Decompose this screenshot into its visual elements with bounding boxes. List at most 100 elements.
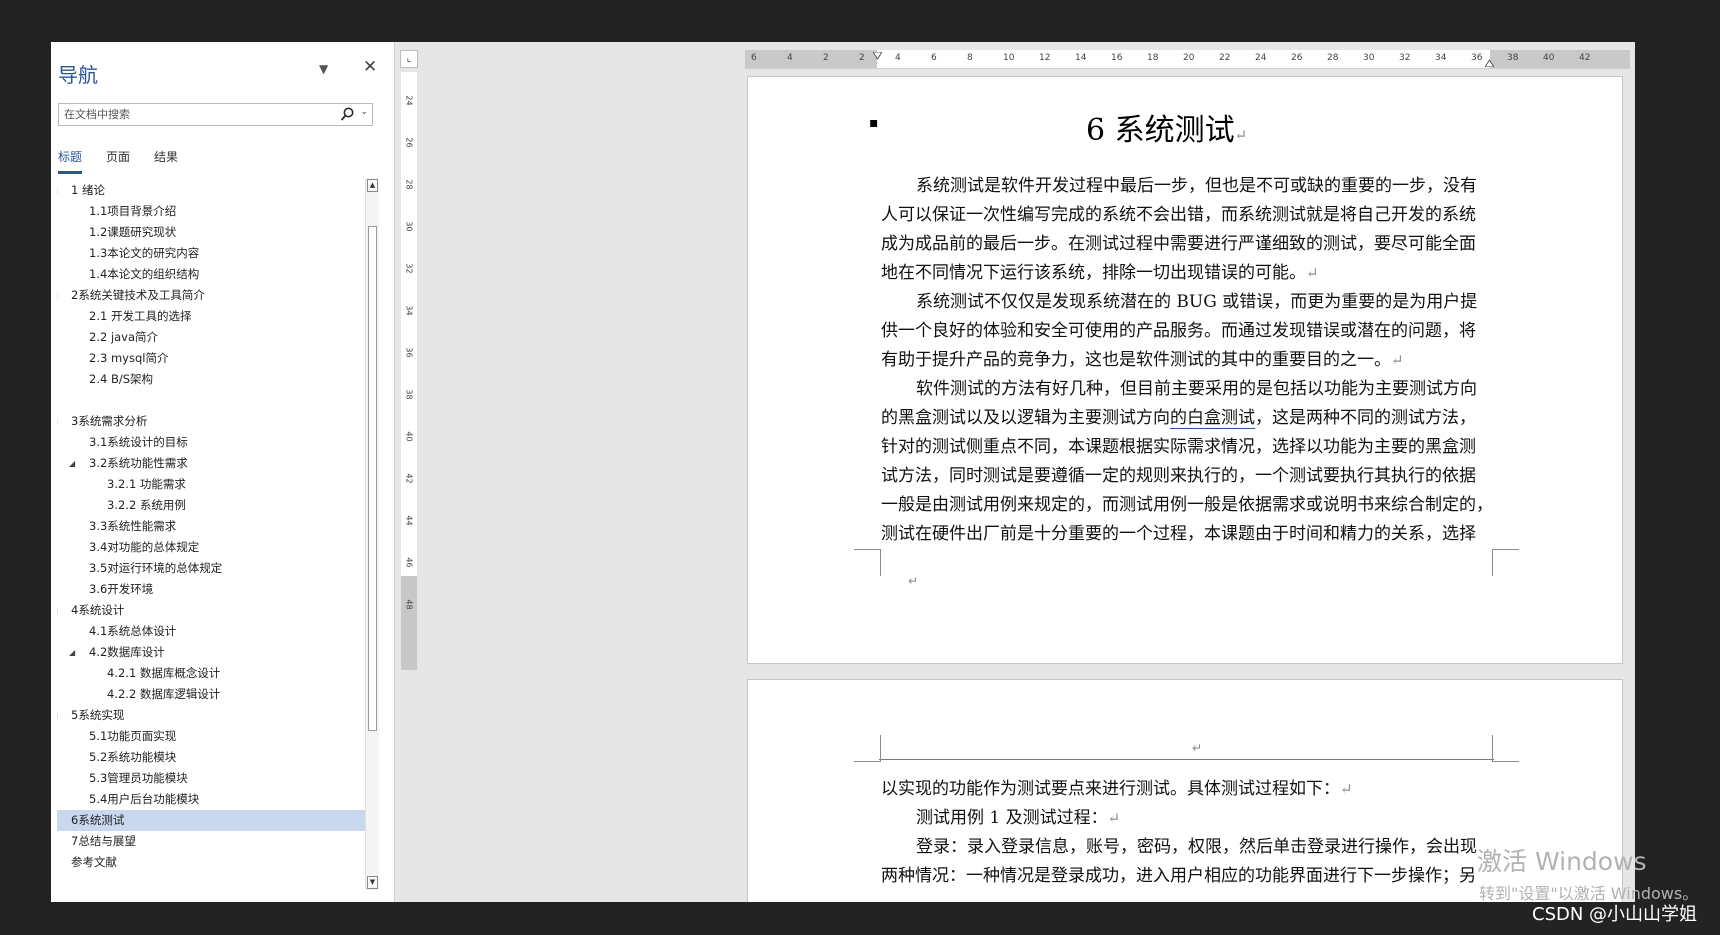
nav-heading-item[interactable]: 2.4 B/S架构 [57, 369, 370, 390]
nav-heading-label: 4系统设计 [71, 603, 125, 617]
paragraph-line[interactable]: 一般是由测试用例来规定的，而测试用例一般是依据需求或说明书来综合制定的， [881, 490, 1493, 515]
nav-heading-item[interactable]: 7总结与展望 [57, 831, 370, 852]
nav-heading-item[interactable]: 3.5对运行环境的总体规定 [57, 558, 370, 579]
nav-heading-item[interactable]: ◢5系统实现 [57, 705, 370, 726]
nav-heading-item[interactable]: ◢4系统设计 [57, 600, 370, 621]
nav-heading-item[interactable]: 参考文献 [57, 852, 370, 873]
paragraph-mark-icon: ↵ [1107, 809, 1121, 827]
nav-heading-label: 参考文献 [71, 855, 117, 869]
pane-close-icon[interactable]: ✕ [363, 57, 377, 77]
paragraph-line[interactable]: 软件测试的方法有好几种，但目前主要采用的是包括以功能为主要测试方向 [916, 374, 1477, 399]
nav-heading-item[interactable]: 5.1功能页面实现 [57, 726, 370, 747]
vertical-ruler-tick: 28 [404, 179, 414, 190]
nav-heading-item[interactable]: 6系统测试 [57, 810, 370, 831]
nav-heading-item[interactable]: 4.2.2 数据库逻辑设计 [57, 684, 370, 705]
nav-heading-label: 4.2.2 数据库逻辑设计 [107, 687, 221, 701]
vertical-ruler-tick: 36 [404, 347, 414, 358]
nav-heading-item[interactable]: ◢1 绪论 [57, 180, 370, 201]
nav-heading-item[interactable]: 3.3系统性能需求 [57, 516, 370, 537]
document-page-1[interactable]: ▪ 6 系统测试↵ 系统测试是软件开发过程中最后一步，但也是不可或缺的重要的一步… [747, 76, 1623, 664]
first-line-indent-marker-icon[interactable] [873, 52, 882, 60]
paragraph-line[interactable]: 供一个良好的体验和安全可使用的产品服务。而通过发现错误或潜在的问题，将 [881, 316, 1476, 341]
paragraph-mark-icon: ↵ [1391, 351, 1404, 369]
line-text: 测试用例 1 及测试过程： [916, 808, 1108, 828]
search-icon[interactable] [340, 107, 354, 122]
nav-heading-label: 7总结与展望 [71, 834, 136, 848]
nav-heading-item[interactable]: 1.4本论文的组织结构 [57, 264, 370, 285]
paragraph-line[interactable]: 有助于提升产品的竞争力，这也是软件测试的其中的重要目的之一。↵ [881, 345, 1404, 370]
nav-heading-item[interactable]: 3.2.2 系统用例 [57, 495, 370, 516]
paragraph-line[interactable]: 针对的测试侧重点不同，本课题根据实际需求情况，选择以功能为主要的黑盒测 [881, 432, 1476, 457]
nav-heading-item[interactable]: 1.2课题研究现状 [57, 222, 370, 243]
source-badge: CSDN @小山山学姐 [1532, 904, 1698, 925]
nav-heading-item[interactable]: 4.1系统总体设计 [57, 621, 370, 642]
nav-heading-item[interactable]: ◢ 4.2数据库设计 [57, 642, 370, 663]
paragraph-line[interactable]: 系统测试是软件开发过程中最后一步，但也是不可或缺的重要的一步，没有 [916, 171, 1477, 196]
horizontal-ruler-tick: 28 [1327, 53, 1339, 63]
horizontal-ruler-tick: 16 [1111, 53, 1123, 63]
horizontal-ruler-tick: 2 [823, 53, 829, 63]
paragraph-line[interactable]: 系统测试不仅仅是发现系统潜在的 BUG 或错误，而更为重要的是为用户提 [916, 287, 1477, 312]
spellcheck-underlined-text[interactable]: 的白盒测试 [1170, 408, 1255, 429]
nav-heading-label: 5.2系统功能模块 [89, 750, 177, 764]
line-text: 测试在硬件出厂前是十分重要的一个过程，本课题由于时间和精力的关系，选择 [881, 524, 1476, 544]
nav-heading-item[interactable]: ◢2系统关键技术及工具简介 [57, 285, 370, 306]
paragraph-line[interactable]: 测试在硬件出厂前是十分重要的一个过程，本课题由于时间和精力的关系，选择 [881, 519, 1476, 544]
tab-selector-icon[interactable]: ⌞ [400, 50, 418, 68]
nav-heading-item[interactable]: ◢ 3.2系统功能性需求 [57, 453, 370, 474]
search-options-chevron-down-icon[interactable]: ⌄ [360, 107, 368, 117]
paragraph-line[interactable]: 测试用例 1 及测试过程：↵ [916, 803, 1120, 828]
right-indent-marker-icon[interactable] [1485, 59, 1494, 67]
paragraph-line[interactable]: 人可以保证一次性编写完成的系统不会出错，而系统测试就是将自己开发的系统 [881, 200, 1476, 225]
search-box: ⌄ [58, 103, 373, 126]
nav-heading-label: 2.1 开发工具的选择 [89, 309, 192, 323]
nav-heading-item[interactable]: 2.3 mysql简介 [57, 348, 370, 369]
nav-heading-label: 4.2数据库设计 [89, 645, 165, 659]
nav-heading-item[interactable]: 3.2.1 功能需求 [57, 474, 370, 495]
pane-options-chevron-down-icon[interactable]: ▼ [319, 62, 328, 76]
nav-heading-item[interactable]: 4.2.1 数据库概念设计 [57, 663, 370, 684]
navigation-pane: 导航 ▼ ✕ ⌄ 标题页面结果 ◢1 绪论1.1项目背景介绍1.2课题研究现状1… [51, 42, 395, 902]
line-text-tail: ，这是两种不同的测试方法， [1255, 408, 1476, 428]
nav-heading-item[interactable]: ◢3系统需求分析 [57, 411, 370, 432]
tab-results[interactable]: 结果 [154, 148, 178, 171]
nav-heading-item[interactable]: 5.4用户后台功能模块 [57, 789, 370, 810]
scrollbar-thumb[interactable] [368, 226, 377, 731]
paragraph-line[interactable]: 以实现的功能作为测试要点来进行测试。具体测试过程如下：↵ [881, 774, 1353, 799]
section-heading[interactable]: 6 系统测试↵ [1086, 105, 1346, 149]
tab-pages[interactable]: 页面 [106, 148, 130, 171]
paragraph-line[interactable]: 试方法，同时测试是要遵循一定的规则来执行的，一个测试要执行其执行的依据 [881, 461, 1476, 486]
nav-heading-item[interactable]: 3.1系统设计的目标 [57, 432, 370, 453]
paragraph-line[interactable]: 地在不同情况下运行该系统，排除一切出现错误的可能。↵ [881, 258, 1319, 283]
paragraph-line[interactable]: 成为成品前的最后一步。在测试过程中需要进行严谨细致的测试，要尽可能全面 [881, 229, 1476, 254]
search-input[interactable] [59, 104, 344, 125]
paragraph-line[interactable]: 两种情况：一种情况是登录成功，进入用户相应的功能界面进行下一步操作；另 [881, 861, 1476, 886]
line-text: 一般是由测试用例来规定的，而测试用例一般是依据需求或说明书来综合制定的， [881, 495, 1493, 515]
scroll-down-icon[interactable]: ▼ [367, 876, 378, 889]
line-text: 试方法，同时测试是要遵循一定的规则来执行的，一个测试要执行其执行的依据 [881, 466, 1476, 486]
nav-heading-item[interactable]: 1.1项目背景介绍 [57, 201, 370, 222]
scroll-up-icon[interactable]: ▲ [367, 179, 378, 192]
nav-heading-item[interactable]: 2.1 开发工具的选择 [57, 306, 370, 327]
nav-heading-item[interactable]: 2.2 java简介 [57, 327, 370, 348]
vertical-ruler-tick: 32 [404, 263, 414, 274]
paragraph-line[interactable]: 的黑盒测试以及以逻辑为主要测试方向的白盒测试，这是两种不同的测试方法， [881, 403, 1476, 429]
nav-heading-item[interactable]: 3.4对功能的总体规定 [57, 537, 370, 558]
paragraph-line[interactable]: 登录：录入登录信息，账号，密码，权限，然后单击登录进行操作，会出现 [916, 832, 1477, 857]
collapse-triangle-icon[interactable]: ◢ [69, 453, 75, 474]
nav-heading-item[interactable]: 5.2系统功能模块 [57, 747, 370, 768]
horizontal-ruler-tick: 14 [1075, 53, 1087, 63]
navigation-scrollbar[interactable]: ▲ ▼ [365, 178, 379, 890]
horizontal-ruler-tick: 10 [1003, 53, 1015, 63]
crop-mark-icon [854, 549, 881, 576]
nav-heading-item[interactable]: 5.3管理员功能模块 [57, 768, 370, 789]
line-text: 系统测试不仅仅是发现系统潜在的 BUG 或错误，而更为重要的是为用户提 [916, 292, 1478, 312]
horizontal-ruler-tick: 34 [1435, 53, 1447, 63]
collapse-triangle-icon[interactable]: ◢ [69, 642, 75, 663]
vertical-ruler: ⌞ 24 26 28 30 32 34 36 38 40 42 44 46 48 [399, 50, 419, 670]
nav-heading-label: 2.3 mysql简介 [89, 351, 169, 365]
nav-heading-item[interactable]: 1.3本论文的研究内容 [57, 243, 370, 264]
nav-heading-item[interactable]: 3.6开发环境 [57, 579, 370, 600]
vertical-ruler-tick: 38 [404, 389, 414, 400]
tab-headings[interactable]: 标题 [58, 148, 83, 174]
